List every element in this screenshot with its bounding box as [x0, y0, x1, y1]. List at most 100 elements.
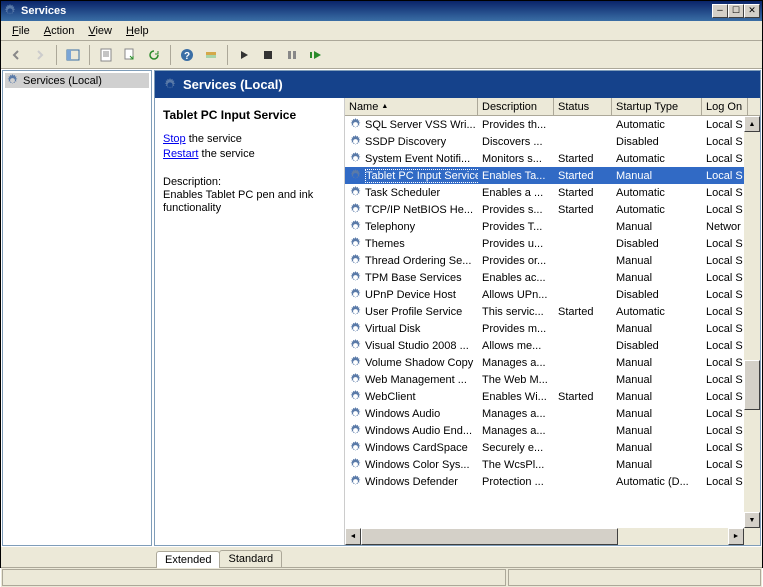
service-icon: [349, 305, 362, 318]
start-service-button[interactable]: [233, 44, 255, 66]
service-description: Enables ac...: [478, 271, 554, 285]
maximize-button[interactable]: ☐: [728, 4, 744, 18]
service-row[interactable]: Volume Shadow CopyManages a...ManualLoca…: [345, 354, 760, 371]
service-description: Enables a ...: [478, 186, 554, 200]
service-logon: Local S: [702, 118, 748, 132]
col-name[interactable]: Name▲: [345, 98, 478, 115]
service-status: Started: [554, 169, 612, 183]
scroll-down-button[interactable]: ▼: [744, 512, 760, 528]
stop-service-button[interactable]: [257, 44, 279, 66]
service-name: Windows Defender: [365, 476, 458, 488]
detail-pane: Tablet PC Input Service Stop the service…: [155, 98, 345, 545]
service-row[interactable]: Windows Color Sys...The WcsPl...ManualLo…: [345, 456, 760, 473]
titlebar[interactable]: Services ─ ☐ ✕: [1, 1, 762, 21]
service-status: [554, 379, 612, 381]
service-name: Windows CardSpace: [365, 442, 468, 454]
col-description[interactable]: Description: [478, 98, 554, 115]
service-row[interactable]: Windows CardSpaceSecurely e...ManualLoca…: [345, 439, 760, 456]
menu-help[interactable]: Help: [119, 23, 156, 39]
vertical-scrollbar[interactable]: ▲ ▼: [744, 116, 760, 528]
close-button[interactable]: ✕: [744, 4, 760, 18]
service-description: Securely e...: [478, 441, 554, 455]
service-startup: Manual: [612, 254, 702, 268]
col-status[interactable]: Status: [554, 98, 612, 115]
service-row[interactable]: Windows Audio End...Manages a...ManualLo…: [345, 422, 760, 439]
service-row[interactable]: Thread Ordering Se...Provides or...Manua…: [345, 252, 760, 269]
menu-action[interactable]: Action: [37, 23, 82, 39]
service-row[interactable]: Windows DefenderProtection ...Automatic …: [345, 473, 760, 490]
service-name: Volume Shadow Copy: [365, 357, 473, 369]
service-row[interactable]: SQL Server VSS Wri...Provides th...Autom…: [345, 116, 760, 133]
service-row[interactable]: SSDP DiscoveryDiscovers ...DisabledLocal…: [345, 133, 760, 150]
back-button[interactable]: [5, 44, 27, 66]
export-button[interactable]: [119, 44, 141, 66]
stop-service-link[interactable]: Stop: [163, 133, 186, 145]
service-description: Provides u...: [478, 237, 554, 251]
service-icon: [349, 339, 362, 352]
service-logon: Networ: [702, 220, 748, 234]
gear-icon: [163, 78, 177, 92]
scroll-thumb-h[interactable]: [361, 528, 618, 545]
service-row[interactable]: Virtual DiskProvides m...ManualLocal S: [345, 320, 760, 337]
service-description: Monitors s...: [478, 152, 554, 166]
forward-button[interactable]: [29, 44, 51, 66]
tab-extended[interactable]: Extended: [156, 551, 220, 568]
service-logon: Local S: [702, 356, 748, 370]
service-description: This servic...: [478, 305, 554, 319]
restart-service-link[interactable]: Restart: [163, 148, 198, 160]
service-list[interactable]: Name▲ Description Status Startup Type Lo…: [345, 98, 760, 545]
service-row[interactable]: Windows AudioManages a...ManualLocal S: [345, 405, 760, 422]
service-icon: [349, 424, 362, 437]
column-headers: Name▲ Description Status Startup Type Lo…: [345, 98, 760, 116]
scroll-up-button[interactable]: ▲: [744, 116, 760, 132]
horizontal-scrollbar[interactable]: ◄ ►: [345, 528, 744, 545]
service-row[interactable]: Task SchedulerEnables a ...StartedAutoma…: [345, 184, 760, 201]
minimize-button[interactable]: ─: [712, 4, 728, 18]
service-description: Provides s...: [478, 203, 554, 217]
service-row[interactable]: TPM Base ServicesEnables ac...ManualLoca…: [345, 269, 760, 286]
pause-service-button[interactable]: [281, 44, 303, 66]
help-button[interactable]: ?: [176, 44, 198, 66]
properties-button[interactable]: [95, 44, 117, 66]
service-description: Provides T...: [478, 220, 554, 234]
service-row[interactable]: TelephonyProvides T...ManualNetwor: [345, 218, 760, 235]
service-icon: [349, 390, 362, 403]
service-status: Started: [554, 152, 612, 166]
service-row[interactable]: Tablet PC Input ServiceEnables Ta...Star…: [345, 167, 760, 184]
col-startup-type[interactable]: Startup Type: [612, 98, 702, 115]
scroll-thumb[interactable]: [744, 360, 760, 410]
service-name: TCP/IP NetBIOS He...: [365, 204, 473, 216]
menu-file[interactable]: File: [5, 23, 37, 39]
service-row[interactable]: UPnP Device HostAllows UPn...DisabledLoc…: [345, 286, 760, 303]
service-icon: [349, 475, 362, 488]
service-row[interactable]: WebClientEnables Wi...StartedManualLocal…: [345, 388, 760, 405]
service-startup: Automatic: [612, 305, 702, 319]
col-log-on[interactable]: Log On: [702, 98, 748, 115]
open-button[interactable]: [200, 44, 222, 66]
scroll-right-button[interactable]: ►: [728, 528, 744, 545]
service-icon: [349, 271, 362, 284]
service-status: [554, 141, 612, 143]
service-row[interactable]: Visual Studio 2008 ...Allows me...Disabl…: [345, 337, 760, 354]
status-pane-2: [508, 569, 761, 586]
service-row[interactable]: User Profile ServiceThis servic...Starte…: [345, 303, 760, 320]
refresh-button[interactable]: [143, 44, 165, 66]
tab-standard[interactable]: Standard: [219, 550, 282, 567]
scroll-left-button[interactable]: ◄: [345, 528, 361, 545]
service-row[interactable]: Web Management ...The Web M...ManualLoca…: [345, 371, 760, 388]
service-logon: Local S: [702, 237, 748, 251]
main-pane: Services (Local) Tablet PC Input Service…: [154, 70, 761, 546]
service-row[interactable]: System Event Notifi...Monitors s...Start…: [345, 150, 760, 167]
service-icon: [349, 118, 362, 131]
service-logon: Local S: [702, 475, 748, 489]
show-hide-tree-button[interactable]: [62, 44, 84, 66]
service-name: Tablet PC Input Service: [365, 169, 478, 183]
service-row[interactable]: TCP/IP NetBIOS He...Provides s...Started…: [345, 201, 760, 218]
service-startup: Automatic: [612, 152, 702, 166]
service-status: Started: [554, 390, 612, 404]
tree-pane[interactable]: Services (Local): [2, 70, 152, 546]
menu-view[interactable]: View: [81, 23, 119, 39]
restart-service-button[interactable]: [305, 44, 327, 66]
service-row[interactable]: ThemesProvides u...DisabledLocal S: [345, 235, 760, 252]
tree-node-services-local[interactable]: Services (Local): [5, 73, 149, 88]
